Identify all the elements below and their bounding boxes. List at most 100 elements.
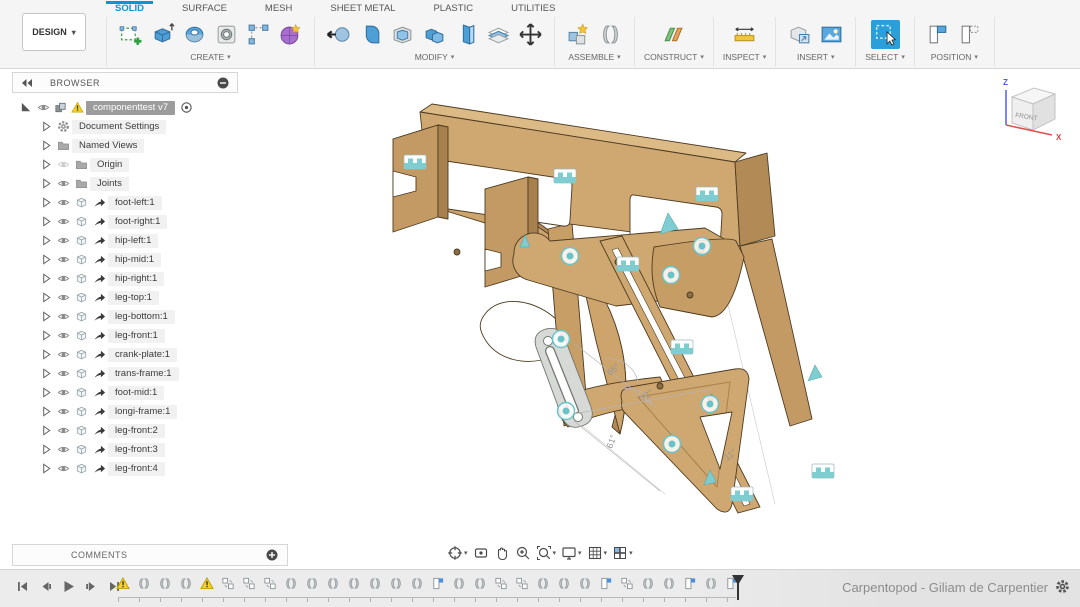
timeline-feature-pattern-5[interactable] xyxy=(221,576,235,591)
visibility-eye-icon[interactable] xyxy=(54,177,72,190)
expand-caret-icon[interactable] xyxy=(38,120,54,133)
expand-caret-icon[interactable] xyxy=(38,196,54,209)
capture-position-icon[interactable] xyxy=(924,20,953,49)
joint-origin-marker[interactable] xyxy=(562,248,579,265)
timeline-feature-warning-0[interactable] xyxy=(116,576,130,591)
expand-caret-icon[interactable] xyxy=(38,424,54,437)
browser-item-foot-left-1[interactable]: foot-left:1 xyxy=(12,193,238,212)
browser-item-joints[interactable]: Joints xyxy=(12,174,238,193)
select-window-icon[interactable] xyxy=(871,20,900,49)
timeline-feature-joint-26[interactable] xyxy=(662,576,676,591)
visibility-eye-icon[interactable] xyxy=(54,158,72,171)
expand-caret-icon[interactable] xyxy=(38,215,54,228)
group-label-assemble[interactable]: ASSEMBLE▾ xyxy=(568,52,620,62)
timeline-feature-joint-9[interactable] xyxy=(305,576,319,591)
browser-item-leg-front-4[interactable]: leg-front:4 xyxy=(12,459,238,478)
display-settings-button[interactable]: ▾ xyxy=(561,545,582,561)
zoom-button[interactable] xyxy=(515,545,531,561)
item-label[interactable]: leg-top:1 xyxy=(108,291,159,305)
timeline-feature-warning-4[interactable] xyxy=(200,576,214,591)
move-copy-icon[interactable] xyxy=(516,20,545,49)
group-label-insert[interactable]: INSERT▾ xyxy=(797,52,835,62)
visibility-eye-icon[interactable] xyxy=(54,272,72,285)
timeline-feature-pattern-19[interactable] xyxy=(515,576,529,591)
revert-position-icon[interactable] xyxy=(956,20,985,49)
browser-item-trans-frame-1[interactable]: trans-frame:1 xyxy=(12,364,238,383)
item-label[interactable]: foot-right:1 xyxy=(108,215,167,229)
pan-button[interactable] xyxy=(494,545,510,561)
look-at-button[interactable] xyxy=(473,545,489,561)
grid-snap-button[interactable]: ▾ xyxy=(587,545,608,561)
minimize-panel-icon[interactable] xyxy=(216,76,230,90)
browser-item-document-settings[interactable]: Document Settings xyxy=(12,117,238,136)
create-form-icon[interactable] xyxy=(276,20,305,49)
item-label[interactable]: leg-front:2 xyxy=(108,424,165,438)
browser-item-crank-plate-1[interactable]: crank-plate:1 xyxy=(12,345,238,364)
timeline-feature-pattern-18[interactable] xyxy=(494,576,508,591)
slider-joint-badge[interactable] xyxy=(696,187,718,201)
press-pull-icon[interactable] xyxy=(324,20,353,49)
activate-component-radio[interactable] xyxy=(175,101,197,114)
visibility-eye-icon[interactable] xyxy=(54,386,72,399)
timeline-feature-flag-27[interactable] xyxy=(683,576,697,591)
timeline-feature-joint-14[interactable] xyxy=(410,576,424,591)
browser-item-leg-top-1[interactable]: leg-top:1 xyxy=(12,288,238,307)
hole-icon[interactable] xyxy=(212,20,241,49)
model-3d-carpentopod-leg[interactable]: 65° 72° 61° 11° xyxy=(360,89,840,539)
replace-face-icon[interactable] xyxy=(452,20,481,49)
construction-plane-icon[interactable] xyxy=(659,20,688,49)
joint-icon[interactable] xyxy=(596,20,625,49)
timeline-step-forward-button[interactable] xyxy=(85,580,98,598)
timeline-feature-pattern-24[interactable] xyxy=(620,576,634,591)
timeline-play-button[interactable] xyxy=(62,580,75,598)
orbit-button[interactable]: ▾ xyxy=(447,545,468,561)
caret-down-icon[interactable]: ▾ xyxy=(464,549,468,557)
revolve-icon[interactable] xyxy=(180,20,209,49)
browser-item-leg-front-2[interactable]: leg-front:2 xyxy=(12,421,238,440)
view-cube[interactable]: Z X FRONT xyxy=(992,75,1068,147)
timeline-feature-joint-16[interactable] xyxy=(452,576,466,591)
insert-derive-icon[interactable] xyxy=(785,20,814,49)
comments-panel[interactable]: COMMENTS xyxy=(12,544,288,566)
timeline-ruler[interactable] xyxy=(118,597,736,602)
visibility-eye-icon[interactable] xyxy=(34,101,52,114)
rectangular-pattern-icon[interactable] xyxy=(244,20,273,49)
expand-caret-icon[interactable] xyxy=(38,329,54,342)
tab-mesh[interactable]: MESH xyxy=(262,1,295,16)
expand-caret-icon[interactable] xyxy=(38,158,54,171)
visibility-eye-icon[interactable] xyxy=(54,348,72,361)
item-label[interactable]: Named Views xyxy=(72,139,144,153)
browser-item-named-views[interactable]: Named Views xyxy=(12,136,238,155)
extrude-icon[interactable] xyxy=(148,20,177,49)
expand-caret-icon[interactable] xyxy=(38,234,54,247)
timeline-feature-joint-21[interactable] xyxy=(557,576,571,591)
joint-origin-marker[interactable] xyxy=(702,396,719,413)
group-label-construct[interactable]: CONSTRUCT▾ xyxy=(644,52,704,62)
canvas-icon[interactable] xyxy=(817,20,846,49)
slider-joint-badge[interactable] xyxy=(617,257,639,271)
caret-down-icon[interactable]: ▾ xyxy=(604,549,608,557)
browser-item-hip-mid-1[interactable]: hip-mid:1 xyxy=(12,250,238,269)
timeline-feature-joint-13[interactable] xyxy=(389,576,403,591)
visibility-eye-icon[interactable] xyxy=(54,405,72,418)
visibility-eye-icon[interactable] xyxy=(54,215,72,228)
timeline-feature-joint-2[interactable] xyxy=(158,576,172,591)
expand-caret-icon[interactable] xyxy=(38,386,54,399)
browser-item-leg-front-1[interactable]: leg-front:1 xyxy=(12,326,238,345)
visibility-eye-icon[interactable] xyxy=(54,443,72,456)
browser-item-leg-bottom-1[interactable]: leg-bottom:1 xyxy=(12,307,238,326)
timeline-feature-joint-17[interactable] xyxy=(473,576,487,591)
item-label[interactable]: crank-plate:1 xyxy=(108,348,177,362)
expand-caret-icon[interactable] xyxy=(38,348,54,361)
timeline-feature-pattern-7[interactable] xyxy=(263,576,277,591)
visibility-eye-icon[interactable] xyxy=(54,253,72,266)
group-label-create[interactable]: CREATE▾ xyxy=(190,52,230,62)
split-body-icon[interactable] xyxy=(484,20,513,49)
model-foot-plate[interactable] xyxy=(621,369,749,512)
timeline-feature-joint-20[interactable] xyxy=(536,576,550,591)
tab-plastic[interactable]: PLASTIC xyxy=(430,1,476,16)
browser-item-foot-right-1[interactable]: foot-right:1 xyxy=(12,212,238,231)
expand-caret-icon[interactable] xyxy=(38,405,54,418)
item-label[interactable]: hip-left:1 xyxy=(108,234,158,248)
expand-comments-icon[interactable] xyxy=(265,548,279,562)
